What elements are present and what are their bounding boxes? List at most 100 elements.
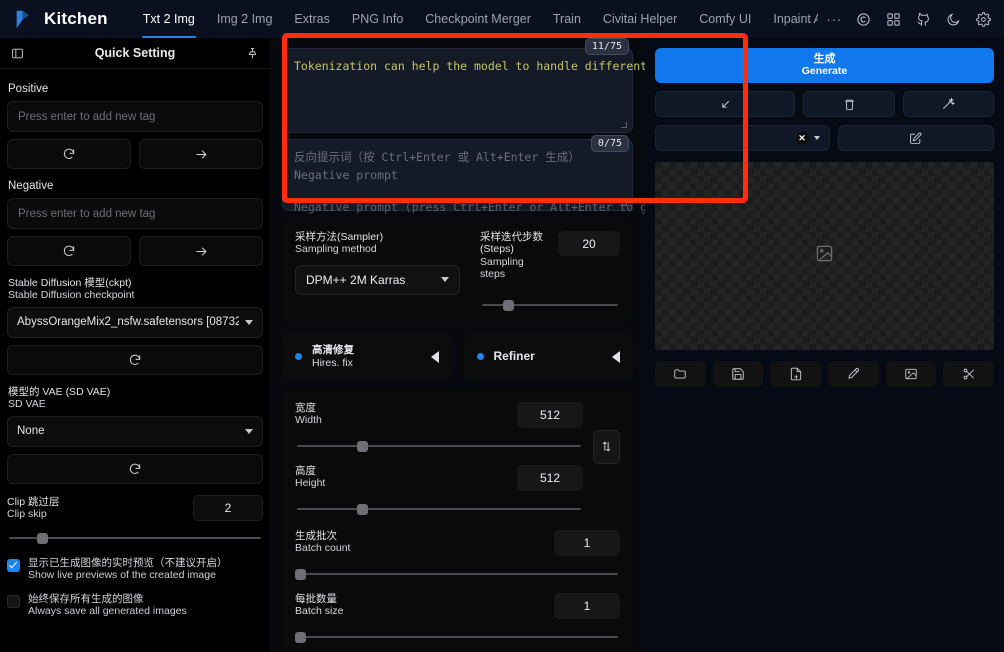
width-value[interactable]: 512 — [517, 401, 583, 428]
apps-grid-icon[interactable] — [880, 6, 906, 32]
clear-prompt-button[interactable] — [803, 91, 895, 117]
tab-png-info[interactable]: PNG Info — [341, 0, 414, 38]
send-to-img2img-button[interactable] — [885, 361, 937, 387]
app-header: Kitchen Txt 2 Img Img 2 Img Extras PNG I… — [0, 0, 1004, 38]
resize-grip-icon[interactable] — [621, 122, 627, 128]
github-icon[interactable] — [910, 6, 936, 32]
slider-thumb[interactable] — [357, 440, 368, 452]
chevron-down-icon — [245, 319, 253, 325]
hires-fix-toggle[interactable]: 高清修复 Hires. fix — [282, 332, 452, 381]
tab-label: Inpaint Any — [773, 12, 819, 26]
clip-skip-label-en: Clip skip — [7, 508, 47, 521]
center-panel: 11/75 Tokenization can help the model to… — [270, 38, 645, 652]
checkpoint-label-en: Stable Diffusion checkpoint — [8, 289, 135, 302]
styles-select[interactable]: ✕ — [655, 125, 830, 151]
size-column: 宽度 Width 512 高度 Height 512 — [295, 401, 583, 517]
positive-prompt-wrap: 11/75 Tokenization can help the model to… — [282, 38, 645, 133]
negative-refresh-button[interactable] — [7, 236, 131, 266]
sampler-select[interactable]: DPM++ 2M Karras — [295, 264, 460, 295]
chevron-left-icon[interactable] — [612, 350, 620, 363]
positive-buttons — [7, 139, 263, 169]
nav-overflow-button[interactable]: ··· — [818, 12, 850, 27]
batch-size-value[interactable]: 1 — [554, 592, 620, 619]
negative-prompt-textarea[interactable]: 反向提示词（按 Ctrl+Enter 或 Alt+Enter 生成） Negat… — [282, 139, 645, 214]
positive-token-counter: 11/75 — [584, 38, 629, 55]
swap-dimensions-icon[interactable] — [593, 429, 620, 464]
copyright-icon[interactable] — [850, 6, 876, 32]
checkbox-input[interactable] — [7, 558, 20, 572]
tab-extras[interactable]: Extras — [283, 0, 340, 38]
edit-styles-button[interactable] — [837, 125, 994, 151]
batch-size-label-en: Batch size — [295, 604, 344, 617]
height-label-cn: 高度 — [295, 464, 316, 477]
eyedropper-button[interactable] — [828, 361, 879, 387]
tab-img2img[interactable]: Img 2 Img — [206, 0, 284, 38]
image-preview-area[interactable] — [655, 162, 994, 350]
slider-thumb[interactable] — [295, 568, 306, 580]
negative-tag-input[interactable]: Press enter to add new tag — [7, 198, 263, 229]
open-folder-button[interactable] — [655, 361, 706, 387]
positive-refresh-button[interactable] — [7, 139, 131, 169]
positive-prompt-text: Tokenization can help the model to handl… — [294, 59, 645, 73]
quick-setting-header: Quick Setting — [0, 38, 270, 69]
paste-params-button[interactable] — [655, 91, 796, 117]
negative-apply-button[interactable] — [139, 236, 263, 266]
vae-refresh-button[interactable] — [7, 453, 263, 484]
width-slider[interactable] — [295, 438, 583, 454]
pin-icon[interactable] — [242, 43, 263, 64]
send-to-extras-button[interactable] — [943, 361, 995, 387]
resize-grip-icon[interactable] — [621, 200, 627, 206]
batch-size-label-cn: 每批数量 — [295, 592, 337, 605]
apply-styles-button[interactable] — [902, 91, 994, 117]
slider-thumb[interactable] — [503, 299, 514, 311]
batch-count-value[interactable]: 1 — [554, 529, 620, 556]
checkbox-label-en: Always save all generated images — [28, 605, 187, 618]
height-slider[interactable] — [295, 501, 583, 517]
clip-skip-row: Clip 跳过层 Clip skip 2 — [7, 494, 263, 521]
checkpoint-refresh-button[interactable] — [7, 344, 263, 375]
batch-size-slider[interactable] — [295, 629, 620, 645]
vae-label: 模型的 VAE (SD VAE) SD VAE — [8, 386, 263, 411]
checkbox-always-save[interactable]: 始终保存所有生成的图像 Always save all generated im… — [7, 593, 263, 618]
tab-checkpoint-merger[interactable]: Checkpoint Merger — [414, 0, 542, 38]
status-dot-icon — [295, 353, 302, 360]
positive-prompt-textarea[interactable]: Tokenization can help the model to handl… — [282, 48, 645, 133]
positive-apply-button[interactable] — [139, 139, 263, 169]
slider-thumb[interactable] — [295, 631, 306, 643]
checkpoint-select[interactable]: AbyssOrangeMix2_nsfw.safetensors [087329… — [7, 306, 263, 338]
batch-count-slider[interactable] — [295, 566, 620, 582]
refiner-toggle[interactable]: Refiner — [463, 332, 633, 381]
steps-value[interactable]: 20 — [558, 231, 620, 256]
steps-label-en: Sampling steps — [480, 255, 524, 281]
checkbox-label-en: Show live previews of the created image — [28, 569, 216, 582]
slider-thumb[interactable] — [357, 503, 368, 515]
tab-comfy-ui[interactable]: Comfy UI — [688, 0, 762, 38]
batch-count-head: 生成批次 Batch count 1 — [295, 529, 620, 556]
tab-train[interactable]: Train — [542, 0, 592, 38]
clip-skip-value[interactable]: 2 — [193, 494, 263, 521]
clear-styles-icon[interactable]: ✕ — [795, 131, 809, 145]
generate-button[interactable]: 生成 Generate — [655, 48, 994, 83]
vae-select[interactable]: None — [7, 415, 263, 447]
checkbox-live-preview[interactable]: 显示已生成图像的实时预览（不建议开启） Show live previews o… — [7, 557, 263, 582]
tab-civitai-helper[interactable]: Civitai Helper — [592, 0, 688, 38]
positive-tag-input[interactable]: Press enter to add new tag — [7, 101, 263, 132]
dark-mode-icon[interactable] — [940, 6, 966, 32]
panel-collapse-icon[interactable] — [7, 43, 28, 64]
checkbox-input[interactable] — [7, 594, 20, 608]
tab-txt2img[interactable]: Txt 2 Img — [132, 0, 206, 38]
tab-inpaint-anything[interactable]: Inpaint Any — [762, 0, 818, 38]
save-image-button[interactable] — [712, 361, 764, 387]
clip-skip-slider[interactable] — [7, 530, 263, 546]
steps-label-cn: 采样迭代步数(Steps) — [480, 231, 543, 256]
save-zip-button[interactable] — [770, 361, 822, 387]
slider-thumb[interactable] — [37, 532, 48, 544]
height-value[interactable]: 512 — [517, 464, 583, 491]
chevron-left-icon[interactable] — [430, 350, 439, 363]
width-label-en: Width — [295, 413, 322, 426]
panel-title: Quick Setting — [94, 46, 176, 60]
steps-slider[interactable] — [480, 297, 620, 313]
settings-gear-icon[interactable] — [970, 6, 996, 32]
sampler-label-cn: 采样方法(Sampler) — [295, 231, 384, 243]
slider-track — [297, 635, 618, 638]
